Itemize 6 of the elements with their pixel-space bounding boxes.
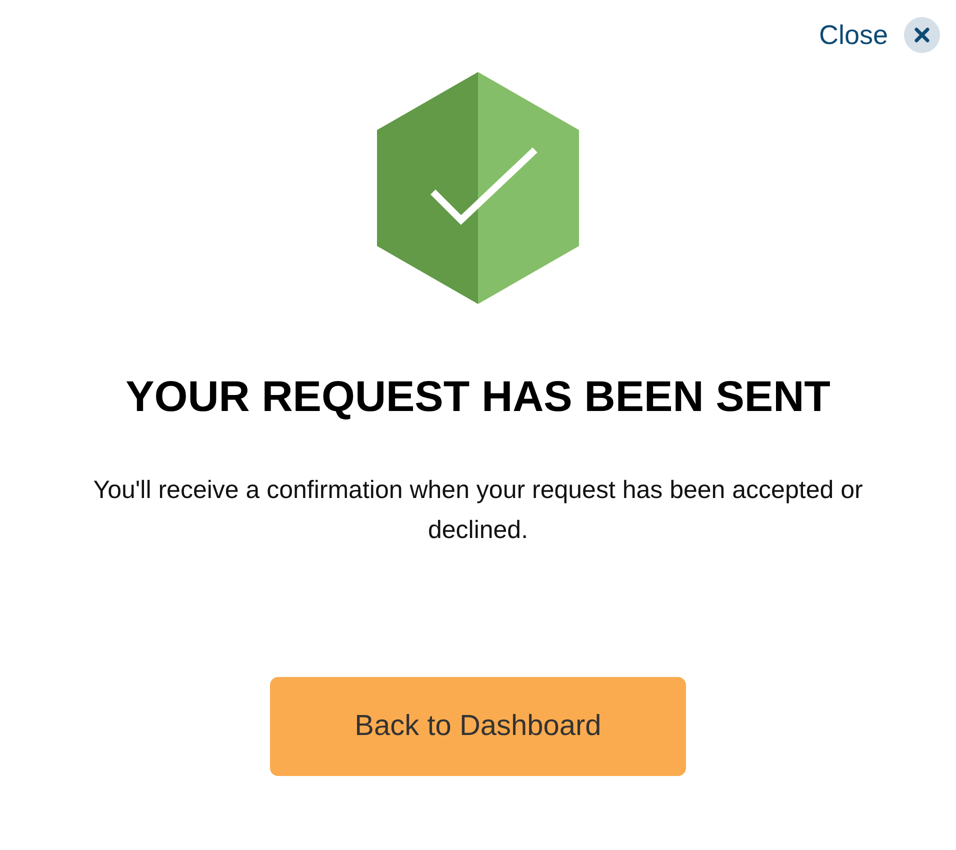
confirmation-message: You'll receive a confirmation when your request has been accepted or declined. bbox=[92, 474, 864, 546]
dialog-title: YOUR REQUEST HAS BEEN SENT bbox=[126, 372, 830, 423]
close-icon[interactable] bbox=[904, 17, 940, 53]
check-hexagon-icon bbox=[377, 72, 579, 304]
back-to-dashboard-button[interactable]: Back to Dashboard bbox=[270, 676, 686, 776]
close-link[interactable]: Close bbox=[818, 20, 888, 50]
